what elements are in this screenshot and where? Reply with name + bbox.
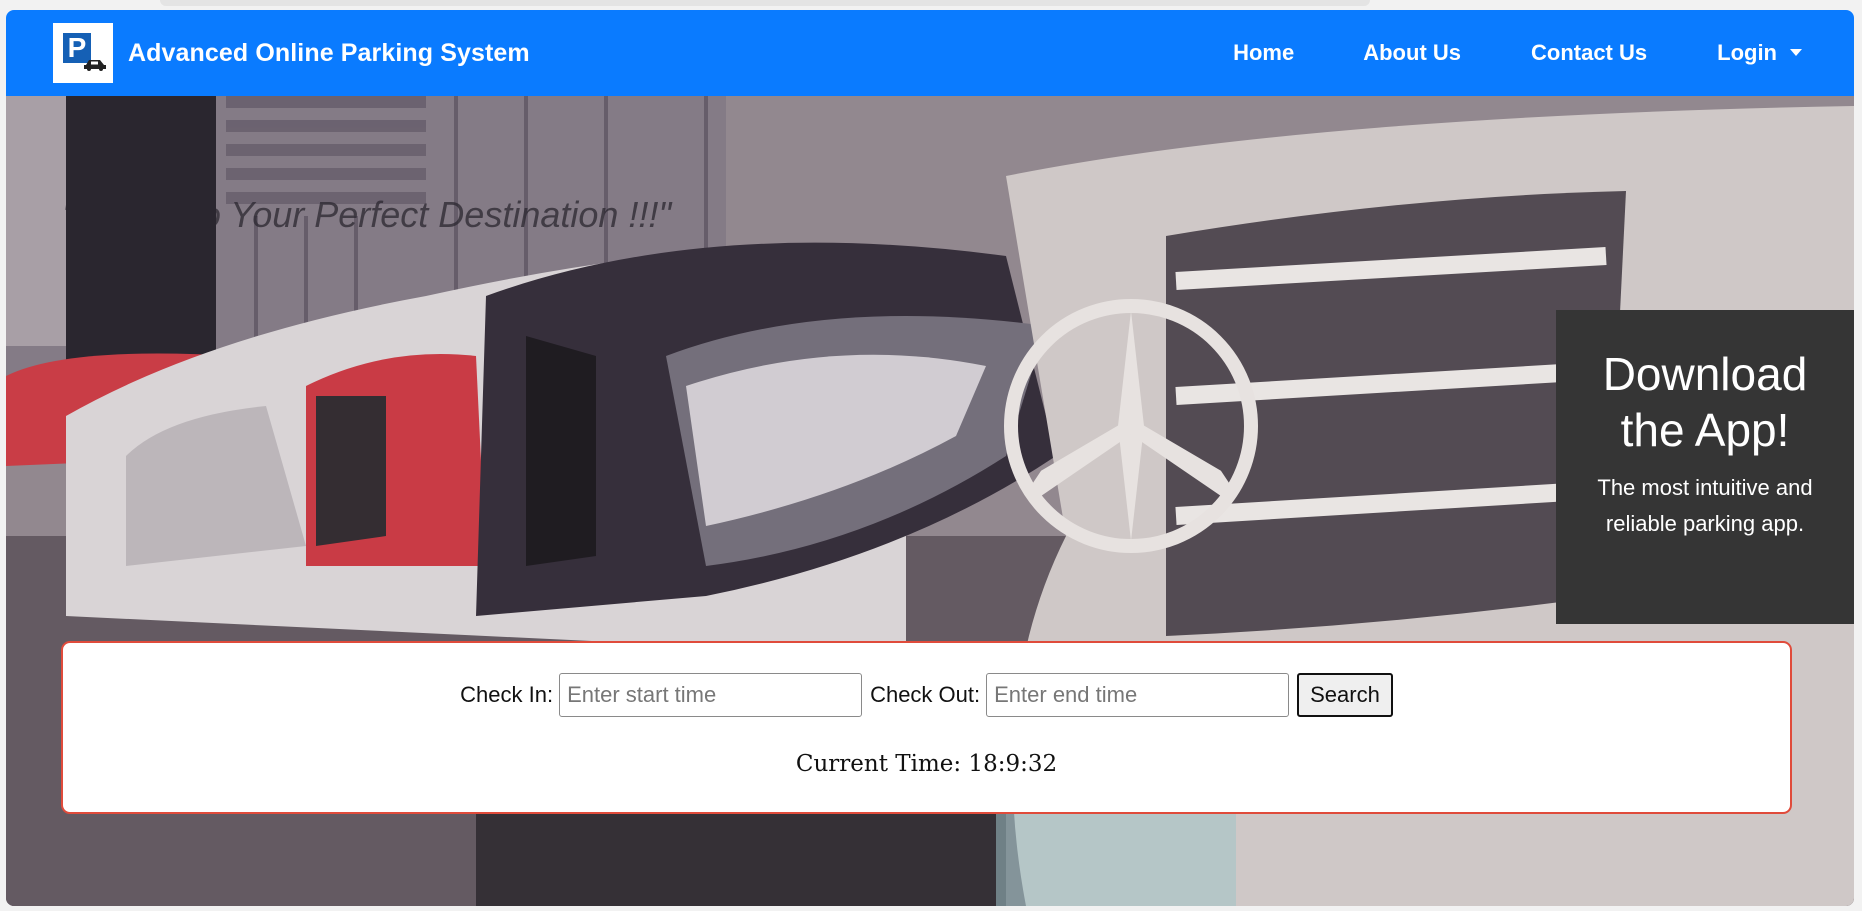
nav-about-link[interactable]: About Us [1363,40,1461,66]
brand-name[interactable]: Advanced Online Parking System [128,39,530,68]
search-form: Check In: Check Out: Search [63,673,1790,717]
brand[interactable]: P Advanced Online Parking System [53,23,530,83]
search-button[interactable]: Search [1297,673,1393,717]
download-app-description: The most intuitive and reliable parking … [1597,475,1813,536]
check-in-label: Check In: [460,682,554,707]
nav-login-dropdown[interactable]: Login [1717,40,1802,66]
check-in-input[interactable] [559,673,863,717]
navbar: P Advanced Online Parking System Home Ab… [6,10,1854,96]
booking-search-box: Check In: Check Out: Search Current Time… [61,641,1792,814]
hero-banner: "Switch to Your Perfect Destination !!!"… [6,96,1854,906]
nav-contact-link[interactable]: Contact Us [1531,40,1647,66]
browser-top-edge [160,0,1370,6]
nav-home-link[interactable]: Home [1233,40,1294,66]
current-time: Current Time: 18:9:32 [795,751,1058,777]
check-out-label: Check Out: [870,682,981,707]
page-frame: P Advanced Online Parking System Home Ab… [6,10,1854,906]
hero-tagline: "Switch to Your Perfect Destination !!!" [62,194,672,235]
check-out-input[interactable] [986,673,1290,717]
car-icon [84,60,106,71]
nav-links: Home About Us Contact Us Login [1233,10,1854,96]
download-app-panel[interactable]: Download the App! The most intuitive and… [1556,310,1854,624]
parking-logo-icon[interactable]: P [53,23,113,83]
nav-login-label: Login [1717,40,1777,65]
download-app-title: Download the App! [1602,348,1808,456]
chevron-down-icon [1790,48,1802,56]
